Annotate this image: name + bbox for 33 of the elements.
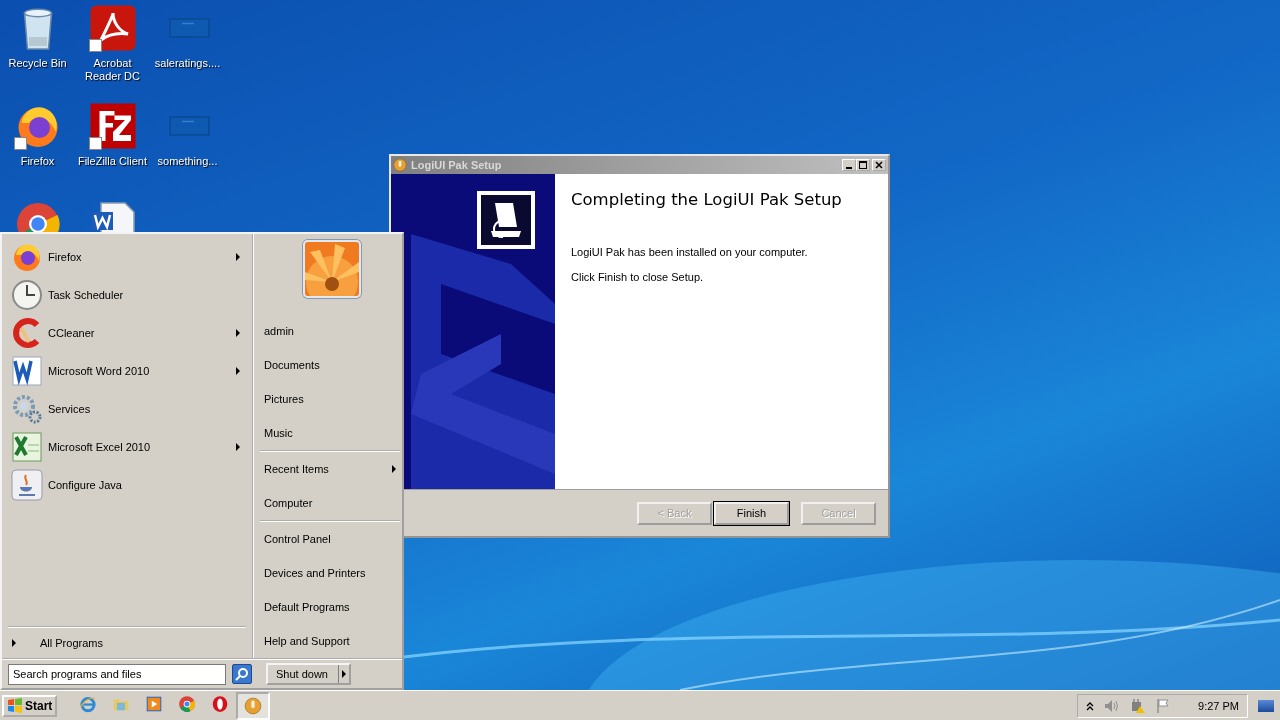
program-item[interactable]: Microsoft Word 2010 — [48, 365, 150, 377]
desktop-icon-label[interactable]: Firefox — [20, 155, 55, 168]
program-item[interactable]: Firefox — [48, 251, 82, 263]
desktop-icon-label[interactable]: FileZilla Client — [77, 155, 148, 168]
start-menu-link[interactable]: admin — [264, 325, 294, 337]
start-menu-link[interactable]: Default Programs — [264, 601, 350, 613]
program-item[interactable]: Services — [48, 403, 91, 415]
start-menu-link[interactable]: Recent Items — [264, 463, 329, 475]
search-field[interactable]: Search programs and files — [8, 663, 226, 685]
program-item[interactable]: Task Scheduler — [48, 289, 124, 301]
program-item[interactable]: Microsoft Excel 2010 — [48, 441, 151, 453]
desktop-icon-label[interactable]: Acrobat Reader DC — [77, 57, 148, 83]
start-menu-link[interactable]: Music — [264, 427, 293, 439]
setup-message: Click Finish to close Setup. — [571, 271, 705, 283]
desktop-icon-label[interactable]: something... — [157, 155, 218, 168]
program-item[interactable]: Configure Java — [48, 479, 122, 491]
start-menu-link[interactable]: Computer — [264, 497, 313, 509]
clock-time[interactable]: 9:27 PM — [1198, 699, 1239, 712]
desktop-icon-label[interactable]: saleratings.... — [154, 57, 221, 70]
start-menu-link[interactable]: Documents — [264, 359, 320, 371]
setup-heading: Completing the LogiUI Pak Setup — [571, 190, 843, 209]
start-menu-link[interactable]: Help and Support — [264, 635, 350, 647]
shut-down-button[interactable]: Shut down — [266, 663, 351, 685]
all-programs-item[interactable]: All Programs — [40, 637, 103, 649]
window-title: LogiUI Pak Setup — [411, 159, 502, 171]
dialog-button[interactable]: Finish — [714, 501, 789, 525]
start-menu-link[interactable]: Control Panel — [264, 533, 331, 545]
start-menu-link[interactable]: Pictures — [264, 393, 304, 405]
start-button[interactable]: Start — [2, 694, 58, 717]
start-menu-link[interactable]: Devices and Printers — [264, 567, 366, 579]
setup-message: LogiUI Pak has been installed on your computer. — [571, 246, 809, 258]
desktop-icon-label[interactable]: Recycle Bin — [8, 57, 67, 70]
program-item[interactable]: CCleaner — [48, 327, 95, 339]
